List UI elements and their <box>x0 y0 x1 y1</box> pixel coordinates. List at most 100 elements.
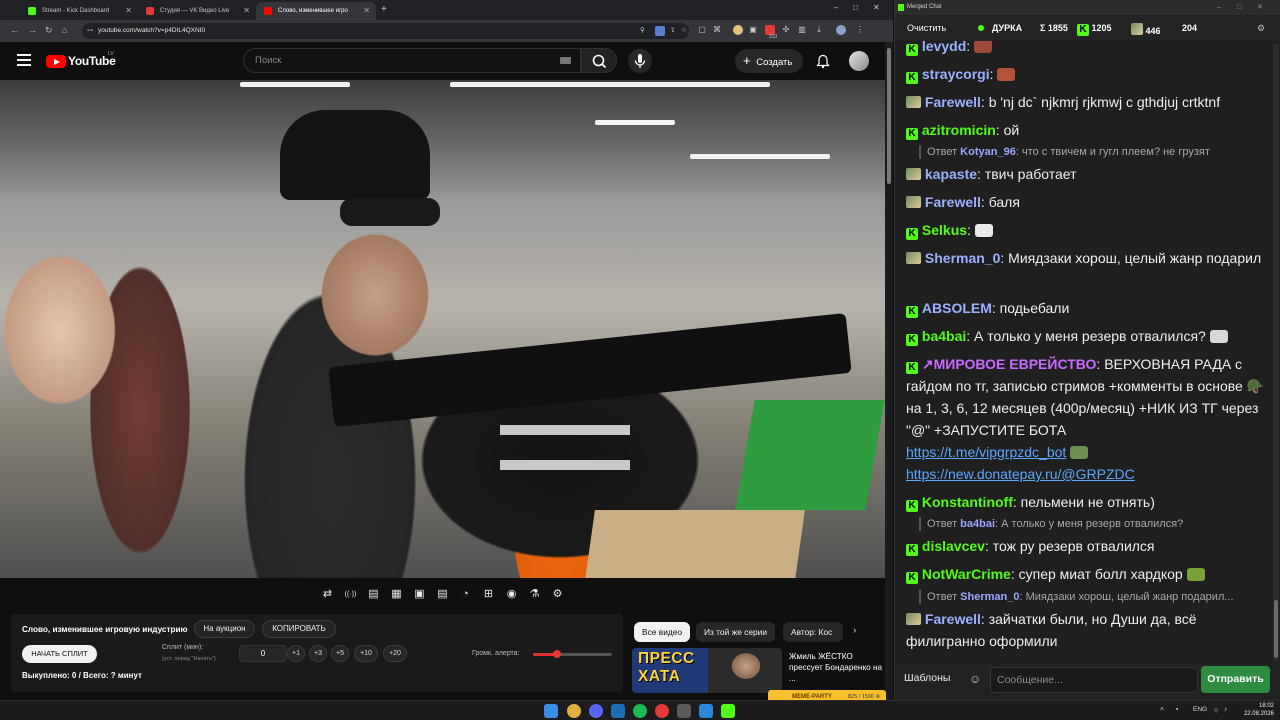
clip-icon[interactable]: ▦ <box>387 585 406 604</box>
clear-button[interactable]: Очистить <box>907 23 946 33</box>
app-icon[interactable] <box>655 704 669 718</box>
chrome-icon[interactable] <box>567 704 581 718</box>
emoji-icon[interactable]: ☺ <box>969 672 981 686</box>
recommended-video-thumbnail[interactable]: ПРЕСС ХАТА <box>632 648 782 693</box>
page-scrollbar-thumb[interactable] <box>887 48 891 184</box>
templates-button[interactable]: Шаблоны <box>904 672 950 684</box>
reply-quote[interactable]: Ответ Sherman_0: Миядзаки хорош, целый ж… <box>919 590 1234 604</box>
app-icon[interactable] <box>677 704 691 718</box>
clock-date[interactable]: 22.08.2026 <box>1240 711 1274 717</box>
site-info-icon[interactable]: ⊶ <box>87 23 93 39</box>
app-icon[interactable] <box>699 704 713 718</box>
chat-username[interactable]: azitromicin <box>922 122 996 138</box>
back-icon[interactable]: ← <box>10 25 19 35</box>
discord-icon[interactable] <box>589 704 603 718</box>
send-button[interactable]: Отправить <box>1201 666 1270 693</box>
merged-chat-icon[interactable] <box>721 704 735 718</box>
step-plus-10-button[interactable]: +10 <box>354 645 378 662</box>
chat-username[interactable]: Konstantinoff <box>922 494 1013 510</box>
chat-scrollbar[interactable] <box>1273 44 1279 661</box>
chip-all-videos[interactable]: Все видео <box>634 622 691 642</box>
chat-username[interactable]: levydd <box>922 41 966 54</box>
avatar[interactable] <box>849 51 869 71</box>
step-plus-5-button[interactable]: +5 <box>331 645 349 662</box>
step-plus-1-button[interactable]: +1 <box>287 645 305 662</box>
chat-username[interactable]: ba4bai <box>922 328 966 344</box>
bookmark-star-icon[interactable]: ☆ <box>681 23 687 39</box>
voice-search-button[interactable] <box>628 49 652 73</box>
profile-avatar-icon[interactable] <box>836 25 846 35</box>
volume-icon[interactable]: ♪ <box>1224 706 1227 713</box>
new-tab-button[interactable]: + <box>381 4 387 15</box>
keyboard-icon[interactable] <box>560 57 571 64</box>
chevron-right-icon[interactable]: › <box>853 625 856 636</box>
chat-username[interactable]: Selkus <box>922 222 967 238</box>
video-player[interactable] <box>0 80 885 578</box>
bell-icon[interactable] <box>816 54 830 72</box>
sidepanel-icon[interactable]: ▥ <box>797 25 807 35</box>
step-plus-20-button[interactable]: +20 <box>383 645 407 662</box>
chat-username[interactable]: ↗МИРОВОЕ ЕВРЕЙСТВО <box>922 356 1097 372</box>
gear-icon[interactable]: ⚙ <box>548 585 567 604</box>
youtube-logo-icon[interactable] <box>46 55 66 68</box>
extension-avatar-icon[interactable] <box>733 25 743 35</box>
chat-username[interactable]: Farewell <box>925 611 981 627</box>
close-window-button[interactable]: ✕ <box>873 3 880 12</box>
chat-username[interactable]: Farewell <box>925 94 981 110</box>
camera-icon[interactable]: ◉ <box>502 585 521 604</box>
chat-username[interactable]: dislavcev <box>922 538 985 554</box>
wifi-icon[interactable]: ⌔ <box>1213 706 1219 715</box>
chat-username[interactable]: ABSOLEM <box>922 300 992 316</box>
loop-icon[interactable]: ⇄ <box>318 585 337 604</box>
tray-app-icon[interactable]: ▪ <box>1176 706 1178 713</box>
reload-icon[interactable]: ↻ <box>45 25 53 36</box>
windows-start-icon[interactable] <box>544 704 558 718</box>
speed-icon[interactable]: ◔ <box>456 585 475 604</box>
more-menu-icon[interactable]: ⋮ <box>855 25 865 35</box>
tab-kick-dashboard[interactable]: Stream - Kick Dashboard ✕ <box>20 2 138 20</box>
lab-flask-icon[interactable]: ⚗ <box>525 585 544 604</box>
extension-icon[interactable]: ▣ <box>748 25 758 35</box>
tray-chevron-up-icon[interactable]: ˄ <box>1160 706 1164 713</box>
chip-author[interactable]: Автор: Кос <box>783 622 843 642</box>
gear-icon[interactable]: ⚙ <box>1257 23 1265 34</box>
alert-volume-knob[interactable] <box>553 650 562 658</box>
chat-link[interactable]: https://new.donatepay.ru/@GRPZDC <box>906 466 1135 482</box>
chat-link[interactable]: https://t.me/vipgrpzdc_bot <box>906 444 1066 460</box>
minimize-button[interactable]: – <box>834 3 838 12</box>
extension-icon[interactable]: ▢ <box>697 25 707 35</box>
message-input[interactable]: Сообщение... <box>990 667 1198 693</box>
reply-quote[interactable]: Ответ ba4bai: А только у меня резерв отв… <box>919 517 1183 531</box>
close-tab-icon[interactable]: ✕ <box>125 6 132 15</box>
puzzle-extensions-icon[interactable]: ✣ <box>781 25 791 35</box>
close-window-button[interactable]: ✕ <box>1257 0 1263 15</box>
zoom-icon[interactable]: ⚲ <box>640 23 645 39</box>
create-button[interactable]: + Создать <box>735 49 803 73</box>
extension-icon[interactable]: ⌘ <box>712 25 722 35</box>
auction-button[interactable]: На аукцион <box>194 620 255 638</box>
spotify-icon[interactable] <box>633 704 647 718</box>
close-tab-icon[interactable]: ✕ <box>363 6 370 15</box>
recommended-video-title[interactable]: Жмиль ЖЁСТКО прессует Бондаренко на ... <box>789 651 883 684</box>
chat-scrollbar-thumb[interactable] <box>1274 600 1278 658</box>
reply-quote[interactable]: Ответ Kotyan_96: что с твичем и гугл пле… <box>919 145 1210 159</box>
copy-button[interactable]: КОПИРОВАТЬ <box>262 620 336 638</box>
captions-icon[interactable]: ▤ <box>433 585 452 604</box>
download-icon[interactable]: ⤓ <box>814 25 824 35</box>
share-icon[interactable]: ⇪ <box>670 23 675 39</box>
add-box-icon[interactable]: ⊞ <box>479 585 498 604</box>
chat-username[interactable]: kapaste <box>925 166 977 182</box>
language-indicator[interactable]: ENG <box>1193 706 1207 713</box>
chat-username[interactable]: Farewell <box>925 194 981 210</box>
minimize-button[interactable]: – <box>1217 0 1221 15</box>
search-input[interactable]: Поиск <box>243 48 581 73</box>
step-plus-3-button[interactable]: +3 <box>309 645 327 662</box>
chat-username[interactable]: Sherman_0 <box>925 250 1000 266</box>
broadcast-icon[interactable]: ((·)) <box>341 585 360 604</box>
steam-icon[interactable] <box>611 704 625 718</box>
maximize-button[interactable]: □ <box>1237 0 1241 15</box>
tab-vk-studio[interactable]: Студия — VK Видео Live ✕ <box>138 2 256 20</box>
start-split-button[interactable]: НАЧАТЬ СПЛИТ <box>22 645 97 663</box>
menu-icon[interactable] <box>17 54 31 66</box>
chat-username[interactable]: straycorgi <box>922 66 990 82</box>
